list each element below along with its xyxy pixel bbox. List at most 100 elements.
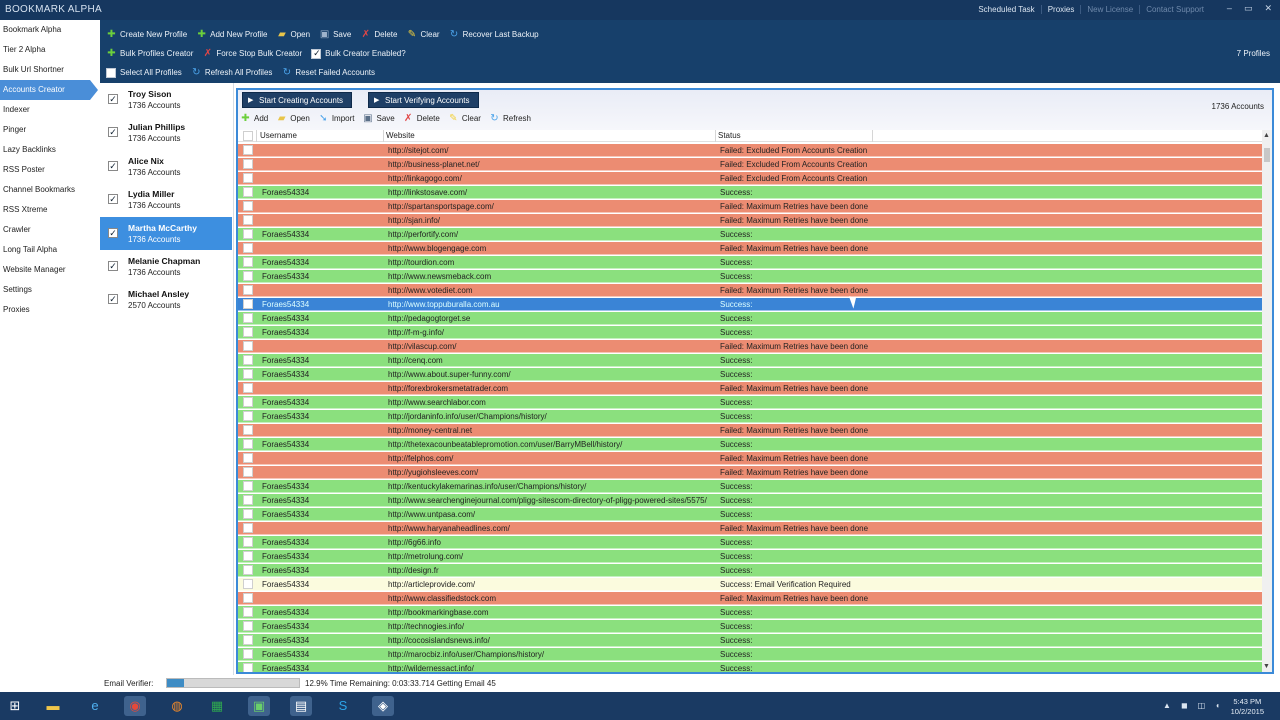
row-checkbox[interactable] [243, 551, 253, 561]
row-checkbox[interactable] [243, 383, 253, 393]
nav-item-tier-2-alpha[interactable]: Tier 2 Alpha [0, 40, 100, 60]
nav-item-channel-bookmarks[interactable]: Channel Bookmarks [0, 180, 100, 200]
table-row[interactable]: Foraes54334 http://6g66.info Success: [238, 536, 1262, 549]
profile-item[interactable]: ✓ Melanie Chapman 1736 Accounts [100, 250, 232, 283]
table-row[interactable]: http://www.blogengage.com Failed: Maximum… [238, 242, 1262, 255]
profile-checkbox[interactable]: ✓ [108, 227, 118, 238]
profile-checkbox[interactable]: ✓ [108, 261, 118, 271]
firefox-icon[interactable]: ◍ [166, 696, 188, 716]
nav-item-long-tail-alpha[interactable]: Long Tail Alpha [0, 240, 100, 260]
bookmark-alpha-icon[interactable]: ◈ [372, 696, 394, 716]
chrome-icon[interactable]: ◉ [124, 696, 146, 716]
scroll-up-icon[interactable]: ▲ [1263, 132, 1270, 139]
nav-item-bulk-url-shortner[interactable]: Bulk Url Shortner [0, 60, 100, 80]
contact-support-link[interactable]: Contact Support [1139, 5, 1210, 14]
start-verifying-accounts-button[interactable]: Start Verifying Accounts [368, 92, 479, 109]
row-checkbox[interactable] [243, 159, 253, 169]
scheduled-task-link[interactable]: Scheduled Task [972, 5, 1040, 14]
profile-checkbox[interactable]: ✓ [108, 127, 118, 138]
table-row[interactable]: http://forexbrokersmetatrader.com Failed:… [238, 382, 1262, 395]
profile-item[interactable]: ✓ Julian Phillips 1736 Accounts [100, 116, 232, 149]
row-checkbox[interactable] [243, 607, 253, 617]
row-checkbox[interactable] [243, 145, 253, 155]
row-checkbox[interactable] [243, 215, 253, 225]
nav-item-proxies[interactable]: Proxies [0, 300, 100, 320]
skype-icon[interactable]: S [332, 696, 354, 716]
table-row[interactable]: Foraes54334 http://cenq.com Success: [238, 354, 1262, 367]
table-row[interactable]: http://www.votediet.com Failed: Maximum R… [238, 284, 1262, 297]
profile-checkbox[interactable]: ✓ [108, 160, 118, 171]
table-row[interactable]: Foraes54334 http://cocosislandsnews.info/… [238, 634, 1262, 647]
table-row[interactable]: http://vilascup.com/Failed: Maximum Retr… [238, 340, 1262, 353]
row-checkbox[interactable] [243, 341, 253, 351]
open-button[interactable]: ▰ Open [277, 29, 310, 40]
vertical-scrollbar[interactable]: ▲ ▼ [1262, 130, 1272, 672]
file-explorer-icon[interactable]: ▬ [42, 696, 64, 716]
row-checkbox[interactable] [243, 481, 253, 491]
tray-network-icon[interactable]: ◫ [1198, 701, 1206, 710]
table-row[interactable]: Foraes54334 http://design.fr Success: [238, 564, 1262, 577]
table-row[interactable]: http://money-central.net Failed: Maximum … [238, 424, 1262, 437]
select-all-rows-checkbox[interactable] [243, 131, 253, 141]
row-checkbox[interactable] [243, 355, 253, 365]
nav-item-bookmark-alpha[interactable]: Bookmark Alpha [0, 20, 100, 40]
table-row[interactable]: Foraes54334 http://bookmarkingbase.com Suc… [238, 606, 1262, 619]
nav-item-rss-poster[interactable]: RSS Poster [0, 160, 100, 180]
import-accounts-button[interactable]: ➘ Import [318, 113, 354, 124]
table-row[interactable]: http://spartansportspage.com/Failed: Max… [238, 200, 1262, 213]
scroll-thumb[interactable] [1264, 148, 1270, 162]
row-checkbox[interactable] [243, 495, 253, 505]
table-row[interactable]: http://yugiohsleeves.com/Failed: Maximum… [238, 466, 1262, 479]
nav-item-website-manager[interactable]: Website Manager [0, 260, 100, 280]
row-checkbox[interactable] [243, 187, 253, 197]
profile-item[interactable]: ✓ Michael Ansley 2570 Accounts [100, 283, 232, 316]
table-row[interactable]: http://www.classifiedstock.com Failed: Ma… [238, 592, 1262, 605]
nav-item-crawler[interactable]: Crawler [0, 220, 100, 240]
row-checkbox[interactable] [243, 411, 253, 421]
row-checkbox[interactable] [243, 621, 253, 631]
table-row[interactable]: http://sitejot.com/Failed: Excluded From… [238, 144, 1262, 157]
force-stop-bulk-creator-button[interactable]: ✗ Force Stop Bulk Creator [202, 48, 303, 59]
nav-item-settings[interactable]: Settings [0, 280, 100, 300]
profile-item[interactable]: ✓ Martha McCarthy 1736 Accounts [100, 216, 232, 250]
delete-button[interactable]: ✗ Delete [360, 29, 398, 40]
close-icon[interactable]: ✕ [1264, 3, 1272, 14]
row-checkbox[interactable] [243, 509, 253, 519]
scroll-down-icon[interactable]: ▼ [1263, 663, 1270, 670]
row-checkbox[interactable] [243, 635, 253, 645]
table-row[interactable]: http://sjan.info/Failed: Maximum Retries… [238, 214, 1262, 227]
table-row[interactable]: Foraes54334 http://metrolung.com/Success: [238, 550, 1262, 563]
maximize-icon[interactable]: ▭ [1244, 3, 1253, 14]
row-checkbox[interactable] [243, 285, 253, 295]
table-row[interactable]: Foraes54334 http://tourdion.com Success: [238, 256, 1262, 269]
row-checkbox[interactable] [243, 201, 253, 211]
row-checkbox[interactable] [243, 243, 253, 253]
row-checkbox[interactable] [243, 257, 253, 267]
table-row[interactable]: Foraes54334 http://articleprovide.com/Suc… [238, 578, 1262, 591]
table-row[interactable]: Foraes54334 http://pedagogtorget.se Succes… [238, 312, 1262, 325]
table-row[interactable]: Foraes54334 http://www.searchenginejourna… [238, 494, 1262, 507]
tray-arrow-icon[interactable]: ▲ [1163, 701, 1171, 710]
clear-button[interactable]: ✎ Clear [406, 29, 440, 40]
row-checkbox[interactable] [243, 565, 253, 575]
table-row[interactable]: Foraes54334 http://f-m-g.info/Success: [238, 326, 1262, 339]
profile-item[interactable]: ✓ Lydia Miller 1736 Accounts [100, 183, 232, 216]
create-new-profile-button[interactable]: ✚ Create New Profile [106, 29, 187, 40]
open-accounts-button[interactable]: ▰ Open [276, 113, 310, 124]
save-button[interactable]: ▣ Save [319, 29, 351, 40]
column-status[interactable]: Status [718, 131, 741, 140]
table-row[interactable]: Foraes54334 http://thetexacounbeatablepro… [238, 438, 1262, 451]
table-row[interactable]: Foraes54334 http://www.searchlabor.com Suc… [238, 396, 1262, 409]
row-checkbox[interactable] [243, 327, 253, 337]
column-username[interactable]: Username [260, 131, 297, 140]
row-checkbox[interactable] [243, 173, 253, 183]
row-checkbox[interactable] [243, 537, 253, 547]
row-checkbox[interactable] [243, 649, 253, 659]
start-creating-accounts-button[interactable]: Start Creating Accounts [242, 92, 353, 109]
internet-explorer-icon[interactable]: e [84, 696, 106, 716]
table-row[interactable]: http://business-planet.net/Failed: Exclu… [238, 158, 1262, 171]
profile-item[interactable]: ✓ Troy Sison 1736 Accounts [100, 83, 232, 116]
table-row[interactable]: Foraes54334 http://jordaninfo.info/user/C… [238, 410, 1262, 423]
table-row[interactable]: Foraes54334 http://www.toppuburalla.com.a… [238, 298, 1262, 311]
table-row[interactable]: http://www.haryanaheadlines.com/Failed: … [238, 522, 1262, 535]
